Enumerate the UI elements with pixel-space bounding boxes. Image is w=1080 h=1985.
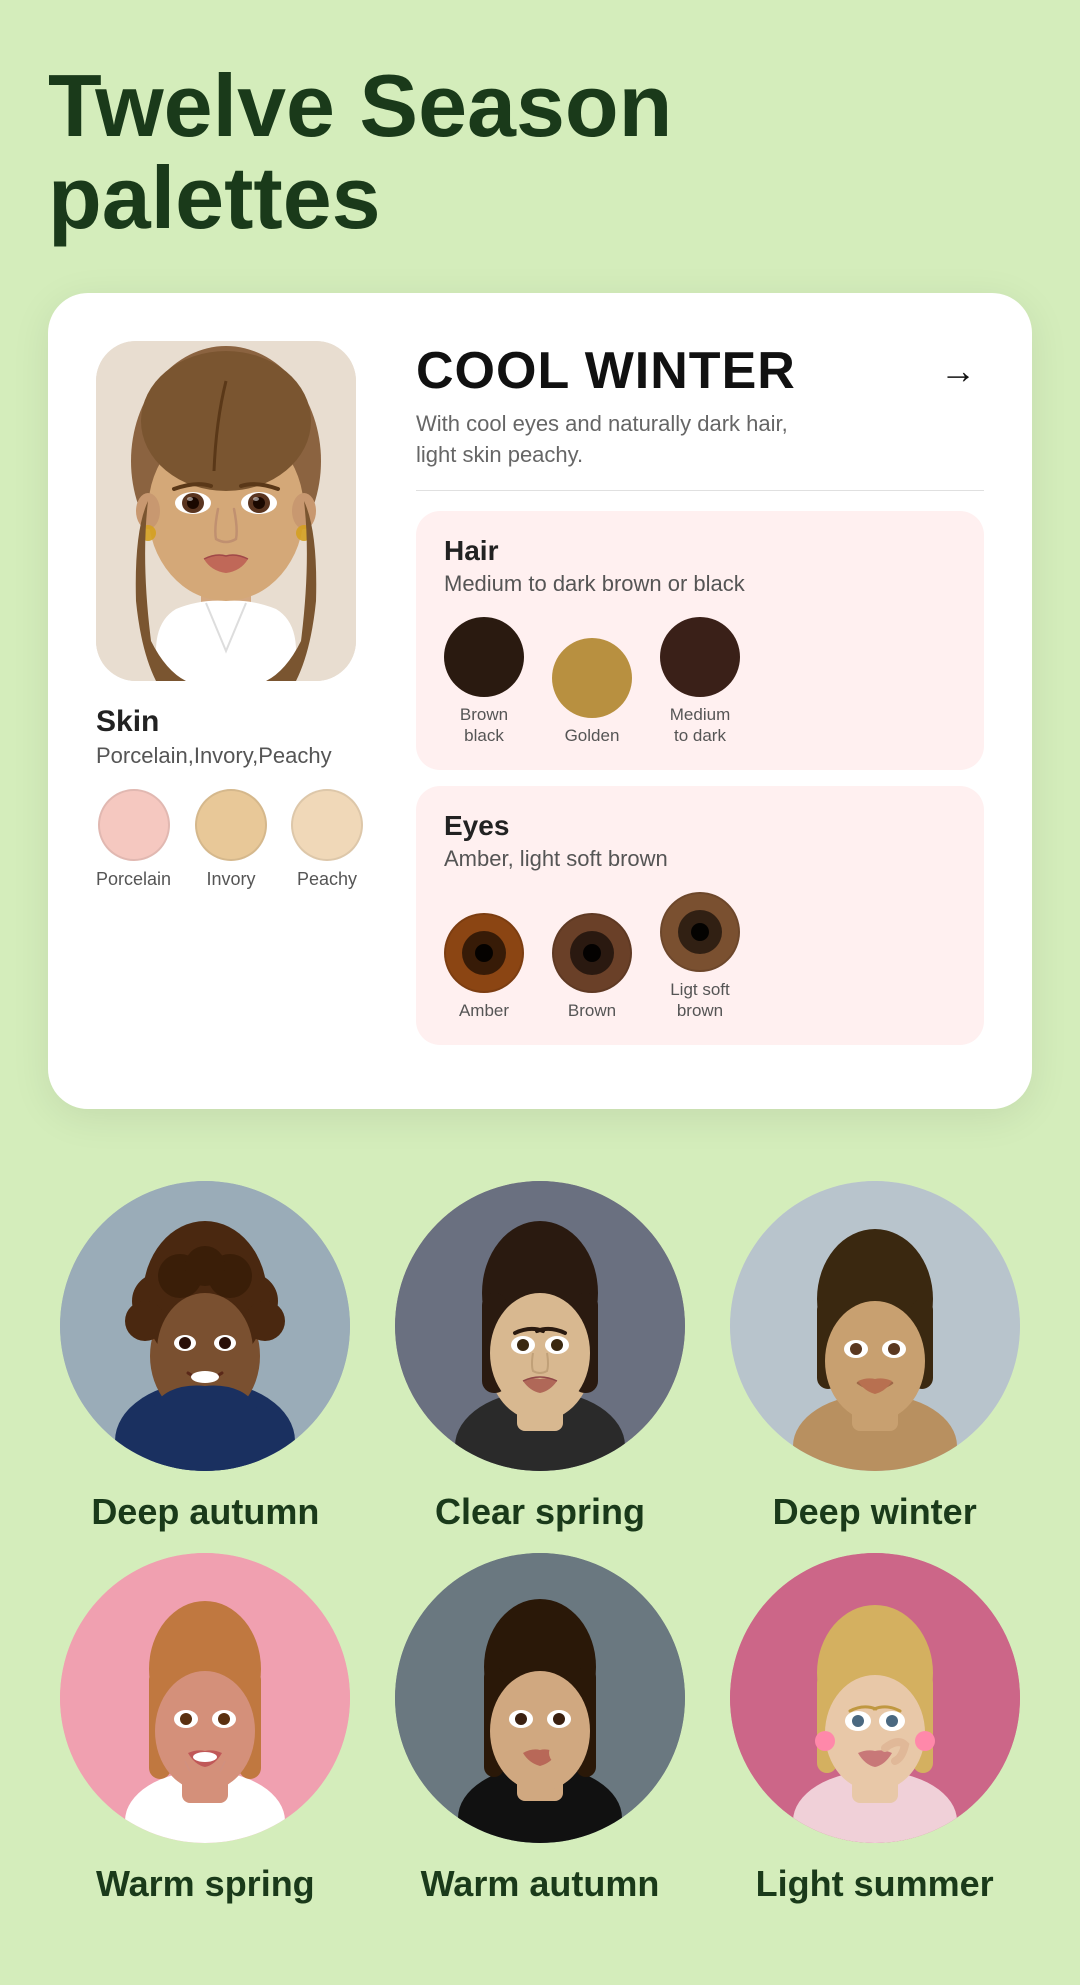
eyes-sub: Amber, light soft brown <box>444 846 956 872</box>
eyes-swatches: Amber Brown Ligt soft brown <box>444 892 956 1021</box>
swatch-name-invory: Invory <box>207 869 256 890</box>
hair-swatch-golden: Golden <box>552 638 632 746</box>
portrait-circle-deep-winter <box>730 1181 1020 1471</box>
hair-circle-brownblack <box>444 617 524 697</box>
portrait-circle-warm-autumn <box>395 1553 685 1843</box>
portrait-circle-deep-autumn <box>60 1181 350 1471</box>
skin-sub: Porcelain,Invory,Peachy <box>96 743 332 769</box>
hair-label: Hair <box>444 535 956 567</box>
portraits-row-2: Warm spring <box>48 1553 1032 1905</box>
eye-circle-amber <box>444 913 524 993</box>
season-card: Skin Porcelain,Invory,Peachy Porcelain I… <box>48 293 1032 1109</box>
season-arrow-button[interactable]: → <box>932 345 984 397</box>
swatch-name-porcelain: Porcelain <box>96 869 171 890</box>
portrait-circle-warm-spring <box>60 1553 350 1843</box>
eyes-label: Eyes <box>444 810 956 842</box>
portrait-deep-autumn[interactable]: Deep autumn <box>48 1181 363 1533</box>
portrait-name-warm-spring: Warm spring <box>96 1863 315 1905</box>
portrait-bg-deep-winter <box>730 1181 1020 1471</box>
portraits-row-1: Deep autumn <box>48 1181 1032 1533</box>
swatch-invory: Invory <box>195 789 267 890</box>
swatch-name-peachy: Peachy <box>297 869 357 890</box>
hair-circle-golden <box>552 638 632 718</box>
portrait-warm-autumn[interactable]: Warm autumn <box>383 1553 698 1905</box>
card-left: Skin Porcelain,Invory,Peachy Porcelain I… <box>96 341 376 1061</box>
portrait-name-warm-autumn: Warm autumn <box>421 1863 660 1905</box>
season-title: COOL WINTER <box>416 341 796 401</box>
eye-swatch-lightsoftbrown: Ligt soft brown <box>660 892 740 1021</box>
eye-circle-brown <box>552 913 632 993</box>
eye-name-brown: Brown <box>568 1001 616 1021</box>
hair-swatch-mediumdark: Medium to dark <box>660 617 740 746</box>
hair-name-golden: Golden <box>565 726 620 746</box>
card-right: COOL WINTER → With cool eyes and natural… <box>416 341 984 1061</box>
card-divider <box>416 490 984 491</box>
portrait-name-deep-autumn: Deep autumn <box>91 1491 319 1533</box>
portrait-light-summer[interactable]: Light summer <box>717 1553 1032 1905</box>
portrait-warm-spring[interactable]: Warm spring <box>48 1553 363 1905</box>
portrait-name-deep-winter: Deep winter <box>773 1491 977 1533</box>
page-wrapper: Twelve Season palettes <box>0 0 1080 1985</box>
hair-name-mediumdark: Medium to dark <box>670 705 730 746</box>
swatch-circle-porcelain <box>98 789 170 861</box>
hair-trait-box: Hair Medium to dark brown or black Brown… <box>416 511 984 770</box>
portrait-name-light-summer: Light summer <box>756 1863 994 1905</box>
swatch-porcelain: Porcelain <box>96 789 171 890</box>
person-portrait <box>96 341 356 681</box>
season-description: With cool eyes and naturally dark hair, … <box>416 409 984 471</box>
portrait-bg-light-summer <box>730 1553 1020 1843</box>
eye-name-lightsoftbrown: Ligt soft brown <box>670 980 730 1021</box>
season-header: COOL WINTER → <box>416 341 984 401</box>
hair-swatch-brownblack: Brown black <box>444 617 524 746</box>
swatch-peachy: Peachy <box>291 789 363 890</box>
portrait-circle-clear-spring <box>395 1181 685 1471</box>
portrait-clear-spring[interactable]: Clear spring <box>383 1181 698 1533</box>
page-title: Twelve Season palettes <box>48 60 1032 245</box>
portrait-bg-warm-spring <box>60 1553 350 1843</box>
hair-sub: Medium to dark brown or black <box>444 571 956 597</box>
hair-circle-mediumdark <box>660 617 740 697</box>
eye-swatch-brown: Brown <box>552 913 632 1021</box>
skin-swatches: Porcelain Invory Peachy <box>96 789 363 890</box>
swatch-circle-invory <box>195 789 267 861</box>
eyes-trait-box: Eyes Amber, light soft brown Amber Brown… <box>416 786 984 1045</box>
eye-circle-lightsoftbrown <box>660 892 740 972</box>
portrait-circle-light-summer <box>730 1553 1020 1843</box>
portrait-bg-deep-autumn <box>60 1181 350 1471</box>
portrait-bg-warm-autumn <box>395 1553 685 1843</box>
swatch-circle-peachy <box>291 789 363 861</box>
skin-label: Skin <box>96 705 159 739</box>
hair-swatches: Brown black Golden Medium to dark <box>444 617 956 746</box>
eye-name-amber: Amber <box>459 1001 509 1021</box>
portrait-deep-winter[interactable]: Deep winter <box>717 1181 1032 1533</box>
eye-swatch-amber: Amber <box>444 913 524 1021</box>
hair-name-brownblack: Brown black <box>444 705 524 746</box>
portrait-name-clear-spring: Clear spring <box>435 1491 645 1533</box>
portrait-bg-clear-spring <box>395 1181 685 1471</box>
